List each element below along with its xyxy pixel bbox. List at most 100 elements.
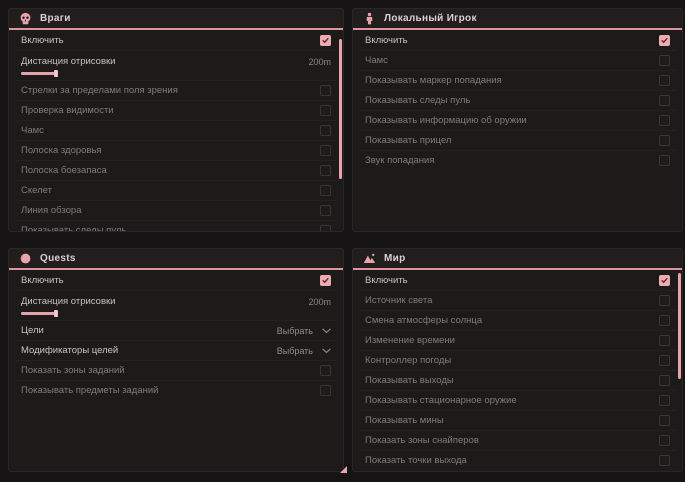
- slider-handle[interactable]: [54, 70, 58, 77]
- panel-world: Мир Включить Источник света Смена атмосфер…: [352, 248, 683, 472]
- checkbox[interactable]: [659, 155, 670, 166]
- setting-row-toggle[interactable]: Включить: [359, 30, 676, 50]
- panel-header[interactable]: Мир: [353, 249, 682, 270]
- setting-row-toggle[interactable]: Проверка видимости: [15, 100, 337, 120]
- checkbox[interactable]: [659, 95, 670, 106]
- checkbox[interactable]: [659, 135, 670, 146]
- checkbox[interactable]: [320, 275, 331, 286]
- setting-value: 200m: [308, 297, 331, 307]
- setting-label: Показать зоны снайперов: [365, 435, 479, 446]
- checkbox[interactable]: [320, 185, 331, 196]
- slider[interactable]: [21, 70, 331, 77]
- panel-body: Включить Чамс Показывать маркер попадания П…: [353, 30, 682, 170]
- setting-label: Цели: [21, 325, 44, 336]
- setting-label: Чамс: [21, 125, 44, 136]
- setting-row-toggle[interactable]: Чамс: [359, 50, 676, 70]
- slider-handle[interactable]: [54, 310, 58, 317]
- setting-label: Показывать мины: [365, 415, 444, 426]
- checkbox[interactable]: [659, 355, 670, 366]
- setting-row-toggle[interactable]: Звук попадания: [359, 150, 676, 170]
- setting-label: Чамс: [365, 55, 388, 66]
- checkbox[interactable]: [320, 205, 331, 216]
- setting-label: Включить: [21, 275, 64, 286]
- checkbox[interactable]: [659, 435, 670, 446]
- setting-row-toggle[interactable]: Показывать маркер попадания: [359, 70, 676, 90]
- setting-label: Звук попадания: [365, 155, 435, 166]
- panel-header[interactable]: Враги: [9, 9, 343, 30]
- settings-grid: Враги ВключитьДистанция отрисовки200mСтр…: [0, 0, 685, 482]
- setting-row-toggle[interactable]: Показать зоны заданий: [15, 360, 337, 380]
- person-icon: [363, 12, 376, 25]
- slider[interactable]: [21, 310, 331, 317]
- setting-row-slider: Дистанция отрисовки200m: [15, 290, 337, 320]
- setting-label: Модификаторы целей: [21, 345, 118, 356]
- dropdown[interactable]: Выбрать: [277, 326, 331, 336]
- setting-row-toggle[interactable]: Чамс: [15, 120, 337, 140]
- checkbox[interactable]: [320, 145, 331, 156]
- setting-label: Показывать стационарное оружие: [365, 395, 517, 406]
- dropdown[interactable]: Выбрать: [277, 346, 331, 356]
- checkbox[interactable]: [320, 105, 331, 116]
- setting-label: Показать точки выхода: [365, 455, 467, 466]
- setting-row-toggle[interactable]: Полоска боезапаса: [15, 160, 337, 180]
- setting-row-toggle[interactable]: Показывать стационарное оружие: [359, 390, 676, 410]
- checkbox[interactable]: [320, 225, 331, 232]
- setting-row-toggle[interactable]: Показывать выходы: [359, 370, 676, 390]
- checkbox[interactable]: [320, 35, 331, 46]
- panel-header[interactable]: Quests: [9, 249, 343, 270]
- setting-label: Проверка видимости: [21, 105, 114, 116]
- setting-row-toggle[interactable]: Включить: [359, 270, 676, 290]
- checkbox[interactable]: [659, 295, 670, 306]
- chevron-down-icon: [322, 328, 331, 334]
- slider-fill: [21, 72, 57, 75]
- checkbox[interactable]: [659, 335, 670, 346]
- checkbox[interactable]: [320, 85, 331, 96]
- setting-row-toggle[interactable]: Смена атмосферы солнца: [359, 310, 676, 330]
- checkbox[interactable]: [659, 315, 670, 326]
- setting-row-toggle[interactable]: Показывать следы пуль: [15, 220, 337, 232]
- checkbox[interactable]: [659, 275, 670, 286]
- dropdown-value: Выбрать: [277, 326, 313, 336]
- mountains-icon: [363, 252, 376, 265]
- setting-row-toggle[interactable]: Показывать информацию об оружии: [359, 110, 676, 130]
- checkbox[interactable]: [320, 125, 331, 136]
- setting-row-toggle[interactable]: Включить: [15, 30, 337, 50]
- checkbox[interactable]: [659, 35, 670, 46]
- setting-label: Показывать предметы заданий: [21, 385, 158, 396]
- setting-row-toggle[interactable]: Скелет: [15, 180, 337, 200]
- setting-row-toggle[interactable]: Показывать мины: [359, 410, 676, 430]
- panel-header[interactable]: Локальный Игрок: [353, 9, 682, 30]
- setting-row-toggle[interactable]: Показать зоны снайперов: [359, 430, 676, 450]
- panel-title: Quests: [40, 253, 76, 264]
- setting-label: Показывать следы пуль: [365, 95, 470, 106]
- checkbox[interactable]: [659, 75, 670, 86]
- scrollbar[interactable]: [678, 273, 681, 379]
- checkbox[interactable]: [659, 115, 670, 126]
- setting-row-toggle[interactable]: Стрелки за пределами поля зрения: [15, 80, 337, 100]
- setting-row-toggle[interactable]: Показать точки выхода: [359, 450, 676, 470]
- setting-row-toggle[interactable]: Линия обзора: [15, 200, 337, 220]
- setting-row-toggle[interactable]: Включить: [15, 270, 337, 290]
- panel-body: ВключитьДистанция отрисовки200mСтрелки з…: [9, 30, 343, 232]
- checkbox[interactable]: [659, 455, 670, 466]
- setting-row-toggle[interactable]: Показывать следы пуль: [359, 90, 676, 110]
- slider-fill: [21, 312, 57, 315]
- setting-row-toggle[interactable]: Показывать прицел: [359, 130, 676, 150]
- setting-label: Показывать информацию об оружии: [365, 115, 527, 126]
- setting-label: Источник света: [365, 295, 432, 306]
- checkbox[interactable]: [659, 55, 670, 66]
- checkbox[interactable]: [320, 365, 331, 376]
- checkbox[interactable]: [659, 375, 670, 386]
- setting-row-toggle[interactable]: Полоска здоровья: [15, 140, 337, 160]
- checkbox[interactable]: [320, 385, 331, 396]
- checkbox[interactable]: [320, 165, 331, 176]
- checkbox[interactable]: [659, 395, 670, 406]
- setting-row-toggle[interactable]: Показывать предметы заданий: [15, 380, 337, 400]
- setting-row-toggle[interactable]: Изменение времени: [359, 330, 676, 350]
- setting-label: Полоска боезапаса: [21, 165, 107, 176]
- setting-row-toggle[interactable]: Источник света: [359, 290, 676, 310]
- setting-row-toggle[interactable]: Контроллер погоды: [359, 350, 676, 370]
- checkbox[interactable]: [659, 415, 670, 426]
- resize-grip-icon[interactable]: [340, 466, 347, 473]
- scrollbar[interactable]: [339, 39, 342, 179]
